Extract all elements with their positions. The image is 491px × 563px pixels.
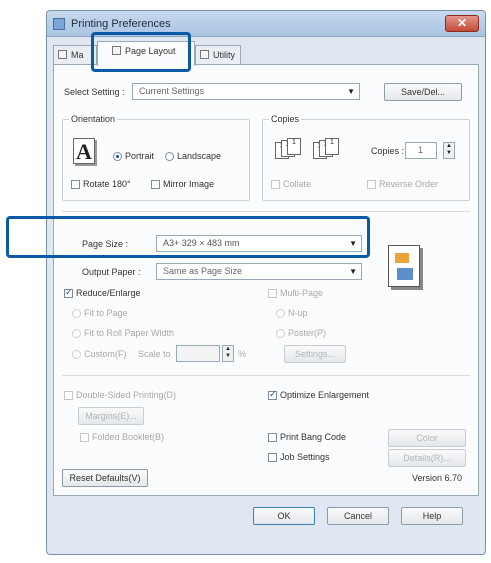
chevron-down-icon: ▼ (349, 267, 357, 276)
close-button[interactable]: ✕ (445, 15, 479, 32)
copies-collate-icon: 321 (275, 138, 301, 160)
copies-label: Copies : (371, 146, 405, 156)
portrait-radio[interactable] (113, 152, 122, 161)
copies-group: Copies 321 321 Copies : 1 ▲▼ Collate Rev… (262, 114, 470, 201)
multi-page-checkbox[interactable] (268, 289, 277, 298)
fit-roll-paper-radio[interactable] (72, 329, 81, 338)
reverse-order-checkbox[interactable] (367, 180, 376, 189)
version-label: Version 6.70 (412, 473, 463, 483)
collate-checkbox[interactable] (271, 180, 280, 189)
rotate-180-label: Rotate 180° (83, 179, 131, 189)
window-title: Printing Preferences (71, 18, 171, 30)
reset-defaults-button[interactable]: Reset Defaults(V) (62, 469, 148, 487)
output-paper-value: Same as Page Size (163, 266, 243, 276)
orientation-preview-icon: A (73, 138, 95, 164)
orientation-title: Orientation (69, 114, 118, 124)
page-preview-image (388, 245, 420, 287)
reduce-enlarge-checkbox[interactable] (64, 287, 73, 298)
printing-preferences-window: Printing Preferences ✕ Ma Page Layout Ut… (46, 10, 486, 555)
n-up-label: N-up (288, 308, 308, 318)
page-layout-tab-highlight (91, 32, 191, 72)
reverse-order-label: Reverse Order (379, 179, 439, 189)
page-size-highlight (6, 216, 370, 258)
multi-page-label: Multi-Page (280, 288, 324, 298)
select-setting-dropdown[interactable]: Current Settings ▼ (132, 83, 360, 100)
landscape-radio[interactable] (165, 152, 174, 161)
double-sided-checkbox[interactable] (64, 391, 73, 400)
fit-roll-paper-label: Fit to Roll Paper Width (84, 328, 175, 338)
copies-input[interactable]: 1 (405, 142, 437, 159)
portrait-label: Portrait (125, 151, 155, 161)
optimize-enlargement-label: Optimize Enlargement (280, 390, 370, 400)
print-bang-code-checkbox[interactable] (268, 433, 277, 442)
double-sided-label: Double-Sided Printing(D) (76, 390, 177, 400)
fit-to-page-label: Fit to Page (84, 308, 128, 318)
mirror-image-label: Mirror Image (163, 179, 215, 189)
custom-label: Custom(F) (84, 349, 127, 359)
main-tab-icon (58, 50, 67, 59)
copies-title: Copies (269, 114, 302, 124)
tab-utility[interactable]: Utility (195, 45, 241, 65)
margins-button[interactable]: Margins(E)... (78, 407, 144, 425)
job-settings-checkbox[interactable] (268, 453, 277, 462)
job-settings-label: Job Settings (280, 452, 330, 462)
output-paper-dropdown[interactable]: Same as Page Size ▼ (156, 263, 362, 280)
fit-to-page-radio[interactable] (72, 309, 81, 318)
details-button[interactable]: Details(R)... (388, 449, 466, 467)
tab-main-label: Ma (71, 50, 84, 60)
print-bang-code-label: Print Bang Code (280, 432, 347, 442)
poster-label: Poster(P) (288, 328, 327, 338)
n-up-radio[interactable] (276, 309, 285, 318)
separator (62, 375, 470, 376)
percent-label: % (238, 349, 247, 359)
collate-label: Collate (283, 179, 312, 189)
multi-page-settings-button[interactable]: Settings... (284, 345, 346, 363)
scale-spinner[interactable]: ▲ ▼ (222, 345, 234, 362)
page-layout-panel: Select Setting : Current Settings ▼ Save… (53, 64, 479, 496)
optimize-enlargement-checkbox[interactable] (268, 389, 277, 400)
output-paper-label: Output Paper : (82, 267, 141, 277)
utility-tab-icon (200, 50, 209, 59)
separator (62, 211, 470, 212)
rotate-180-checkbox[interactable] (71, 180, 80, 189)
select-setting-label: Select Setting : (64, 87, 125, 97)
scale-to-label: Scale to (138, 349, 171, 359)
copies-reverse-icon: 321 (313, 138, 339, 160)
reduce-enlarge-label: Reduce/Enlarge (76, 288, 141, 298)
chevron-down-icon: ▼ (347, 87, 355, 96)
ok-button[interactable]: OK (253, 507, 315, 525)
copies-value: 1 (418, 145, 424, 155)
copies-spinner[interactable]: ▲ ▼ (443, 142, 455, 159)
save-del-button[interactable]: Save/Del... (384, 83, 462, 101)
poster-radio[interactable] (276, 329, 285, 338)
select-setting-value: Current Settings (139, 86, 205, 96)
tab-utility-label: Utility (213, 50, 235, 60)
orientation-group: Orientation A Portrait Landscape Rotate … (62, 114, 250, 201)
help-button[interactable]: Help (401, 507, 463, 525)
scale-input[interactable] (176, 345, 220, 362)
folded-booklet-checkbox[interactable] (80, 433, 89, 442)
mirror-image-checkbox[interactable] (151, 180, 160, 189)
custom-radio[interactable] (72, 350, 81, 359)
color-settings-button[interactable]: Color Settings(C)... (388, 429, 466, 459)
folded-booklet-label: Folded Booklet(B) (92, 432, 165, 442)
printer-icon (53, 18, 65, 30)
cancel-button[interactable]: Cancel (327, 507, 389, 525)
landscape-label: Landscape (177, 151, 222, 161)
